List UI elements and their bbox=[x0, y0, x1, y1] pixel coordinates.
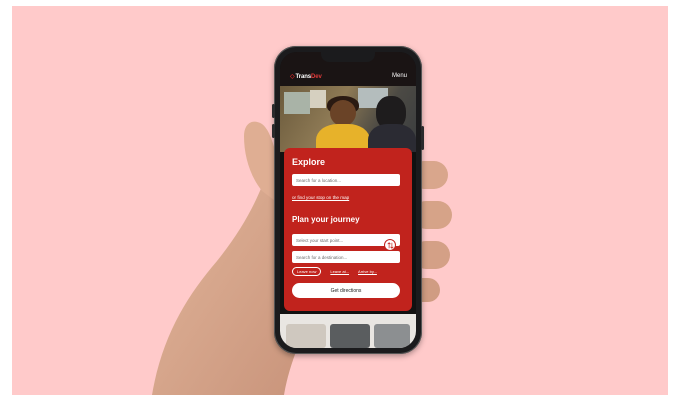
preview-thumbnail-1 bbox=[286, 324, 326, 348]
leave-at-option[interactable]: Leave at... bbox=[330, 269, 349, 274]
preview-thumbnail-2 bbox=[330, 324, 370, 348]
phone-device: ◇TransDev Menu Explore or find your stop… bbox=[272, 46, 424, 354]
volume-up-button bbox=[272, 104, 275, 118]
photo-window bbox=[284, 92, 310, 114]
leave-now-option[interactable]: Leave now bbox=[292, 266, 322, 276]
volume-down-button bbox=[272, 124, 275, 138]
plan-journey-heading: Plan your journey bbox=[292, 215, 360, 224]
find-stop-map-link[interactable]: or find your stop on the map bbox=[292, 195, 349, 200]
location-search-input[interactable] bbox=[292, 174, 400, 186]
menu-button[interactable]: Menu bbox=[392, 73, 407, 79]
hero-photo bbox=[280, 86, 416, 152]
photo-person-face bbox=[330, 100, 356, 126]
content-preview-strip bbox=[280, 314, 416, 348]
preview-thumbnail-3 bbox=[374, 324, 410, 348]
explore-heading: Explore bbox=[292, 157, 326, 167]
power-button bbox=[421, 126, 424, 150]
brand-logo[interactable]: ◇TransDev bbox=[290, 73, 322, 80]
journey-card: Explore or find your stop on the map Pla… bbox=[284, 148, 412, 311]
photo-frame bbox=[310, 90, 326, 108]
transdev-logo-icon: ◇ bbox=[290, 74, 295, 80]
swap-button[interactable] bbox=[384, 239, 396, 251]
swap-vertical-icon bbox=[386, 241, 394, 249]
arrive-by-option[interactable]: Arrive by... bbox=[358, 269, 377, 274]
phone-notch bbox=[321, 52, 375, 62]
promo-background: ◇TransDev Menu Explore or find your stop… bbox=[12, 6, 668, 395]
destination-input[interactable] bbox=[292, 251, 400, 263]
logo-accent: Dev bbox=[311, 74, 322, 80]
departure-options: Leave now Leave at... Arrive by... bbox=[292, 266, 377, 276]
get-directions-button[interactable]: Get directions bbox=[292, 283, 400, 298]
phone-screen: ◇TransDev Menu Explore or find your stop… bbox=[280, 52, 416, 348]
logo-prefix: Trans bbox=[295, 74, 312, 80]
